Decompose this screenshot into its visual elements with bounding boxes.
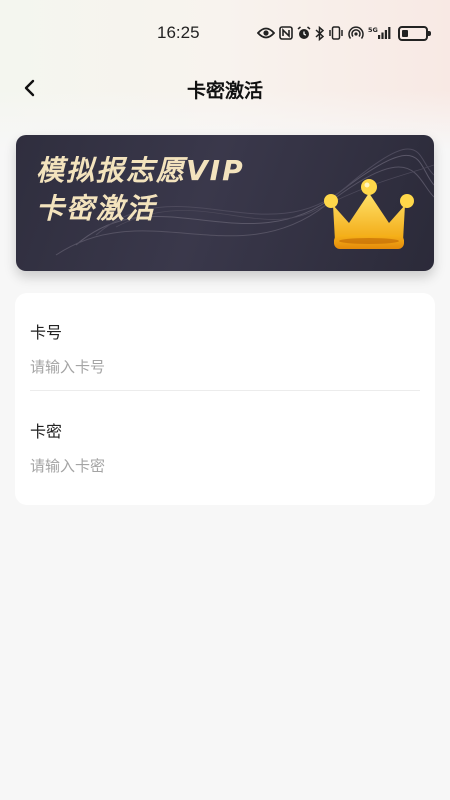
card-password-field: 卡密	[30, 418, 420, 475]
banner-title: 模拟报志愿VIP	[36, 154, 245, 187]
nfc-icon	[279, 24, 293, 42]
hotspot-icon	[348, 24, 364, 42]
vip-banner: 模拟报志愿VIP 卡密激活	[16, 135, 434, 271]
page-title: 卡密激活	[186, 80, 263, 102]
battery-icon	[396, 24, 431, 42]
card-password-input[interactable]	[30, 457, 420, 475]
crown-icon	[323, 175, 415, 263]
status-bar: 16:25 5G	[0, 0, 450, 66]
card-number-label: 卡号	[30, 323, 63, 342]
banner-subtitle: 卡密激活	[36, 192, 157, 225]
card-password-label: 卡密	[30, 422, 63, 441]
network-type-label: 5G	[368, 26, 378, 34]
status-time: 16:25	[157, 23, 200, 42]
signal-icon: 5G	[368, 24, 392, 42]
card-number-input[interactable]	[30, 358, 420, 376]
eye-icon	[257, 24, 275, 42]
activation-form-card: 卡号 卡密	[15, 293, 435, 505]
navigation-bar: 卡密激活	[0, 66, 450, 114]
card-number-field: 卡号	[30, 319, 420, 376]
vibrate-icon	[328, 24, 344, 42]
alarm-icon	[297, 24, 311, 42]
status-icons: 5G	[257, 24, 431, 42]
bluetooth-icon	[315, 24, 324, 42]
field-divider	[30, 390, 420, 391]
